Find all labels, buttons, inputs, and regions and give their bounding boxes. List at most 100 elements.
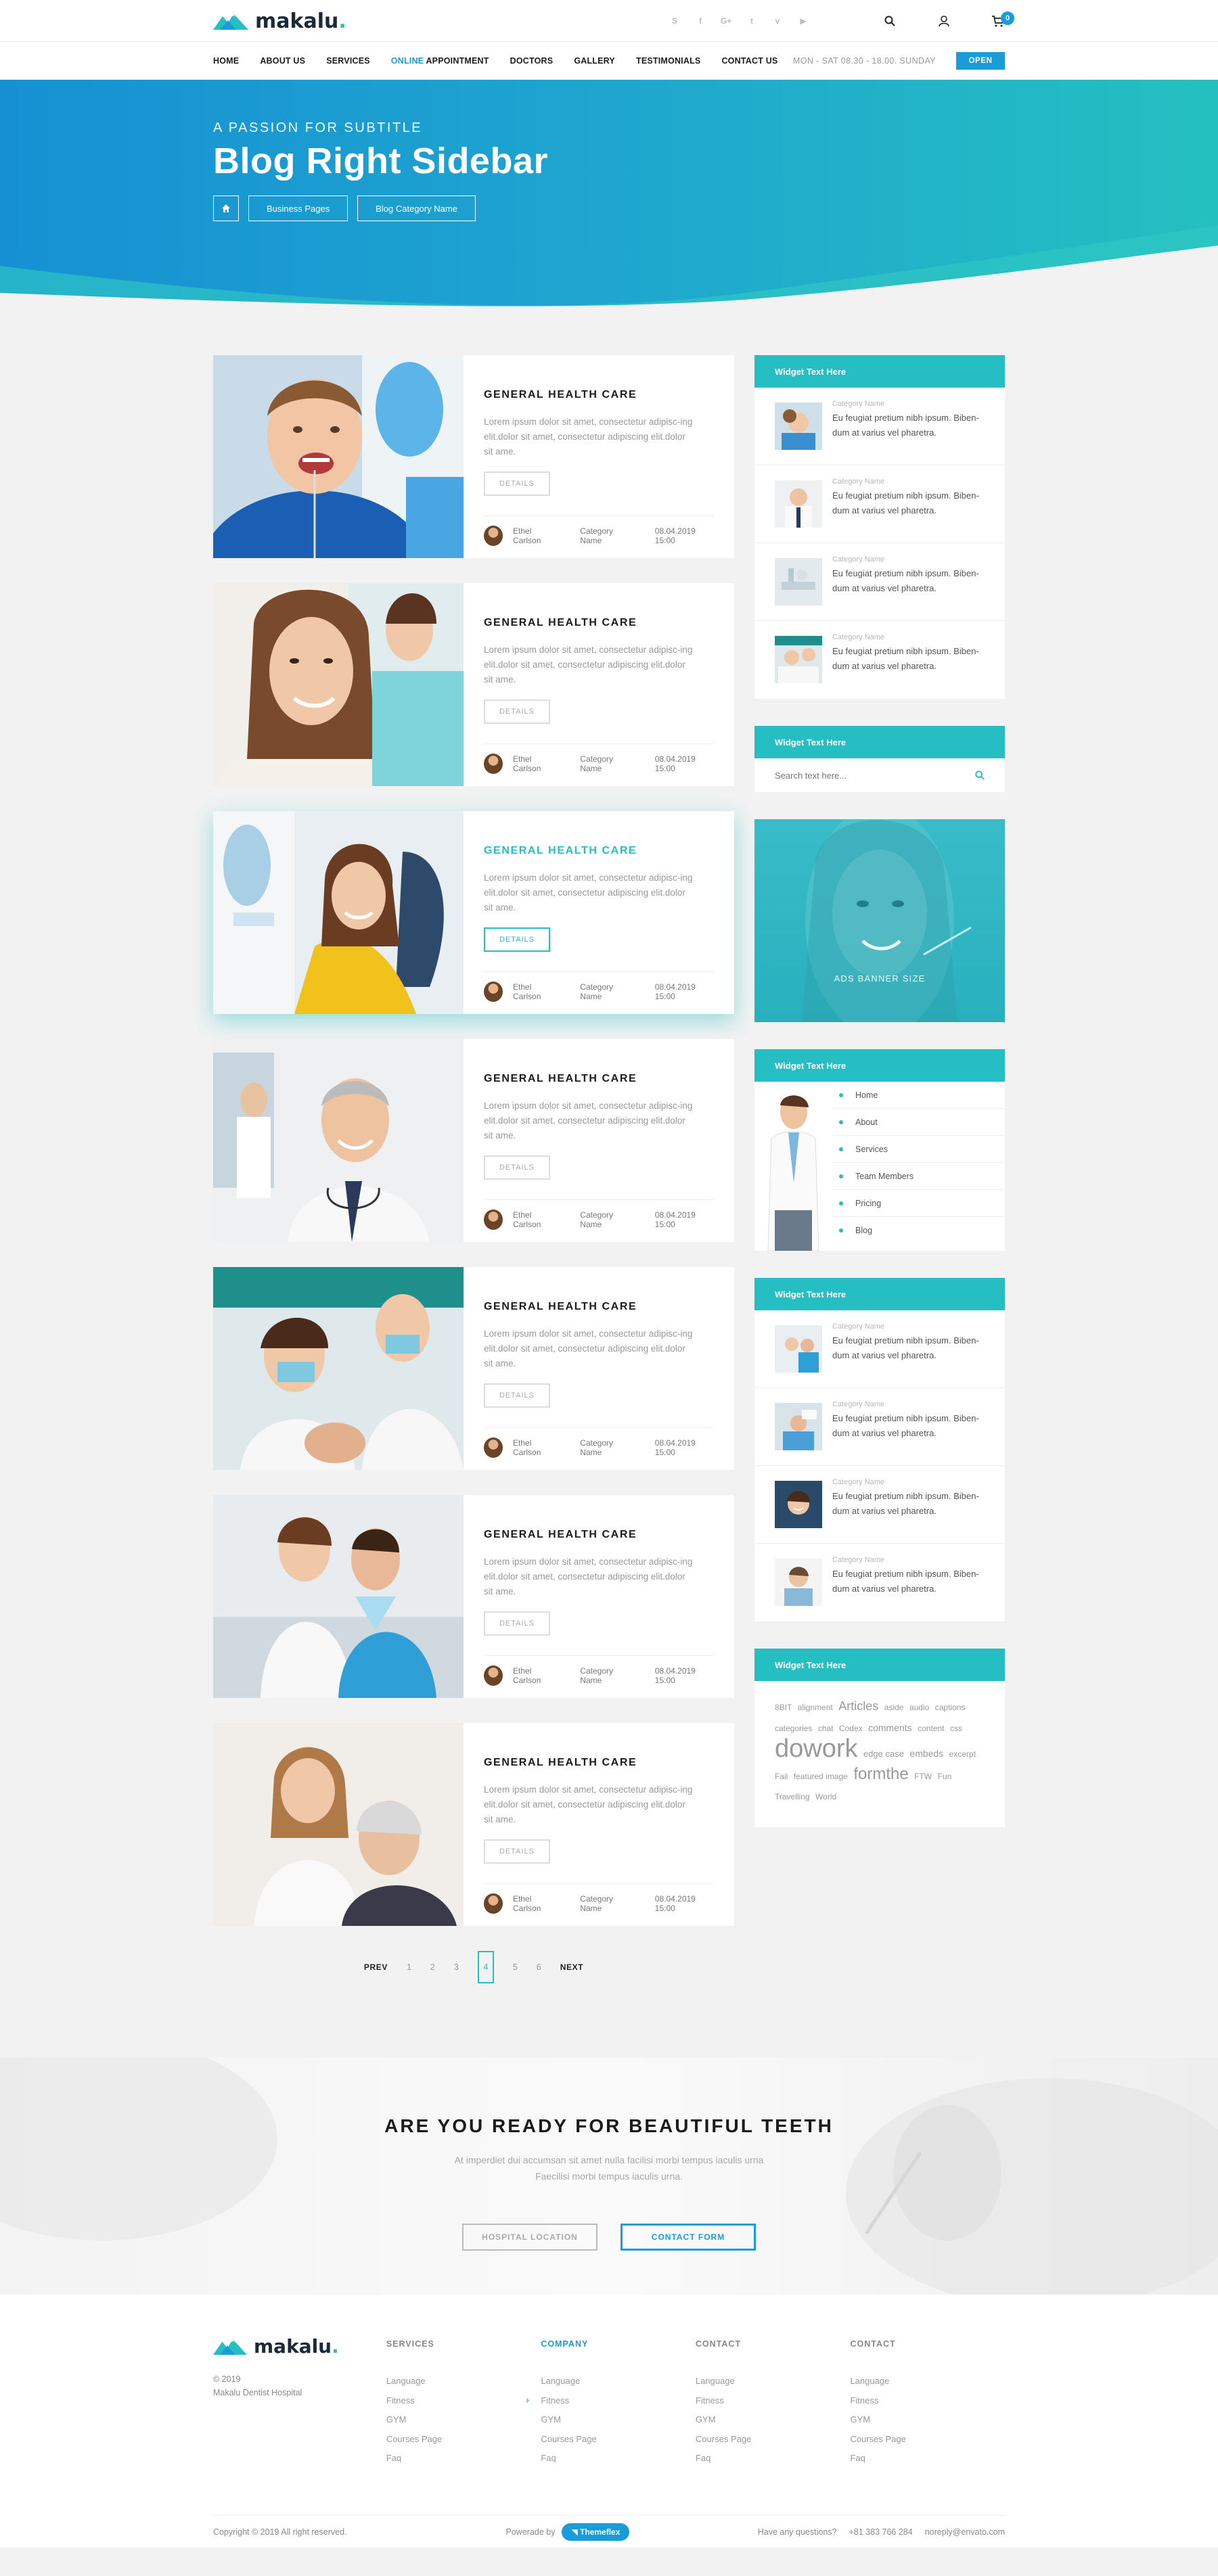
widget-post-text[interactable]: Eu feugiat pretium nibh ipsum. Biben-dum… xyxy=(832,411,985,440)
widget-menu-pricing[interactable]: Pricing xyxy=(832,1190,1005,1217)
widget-post-text[interactable]: Eu feugiat pretium nibh ipsum. Biben-dum… xyxy=(832,1567,985,1596)
widget-post-text[interactable]: Eu feugiat pretium nibh ipsum. Biben-dum… xyxy=(832,566,985,596)
tag-link[interactable]: Codex xyxy=(839,1724,863,1733)
contact-form-button[interactable]: CONTACT FORM xyxy=(621,2224,756,2251)
widget-menu-about[interactable]: About xyxy=(832,1109,1005,1136)
tag-link[interactable]: formthe xyxy=(853,1765,908,1783)
themeflex-badge[interactable]: ◥ Themeflex xyxy=(562,2523,630,2541)
tag-link[interactable]: Articles xyxy=(838,1699,878,1713)
pagination-prev[interactable]: PREV xyxy=(364,1962,388,1972)
pagination-page[interactable]: 5 xyxy=(513,1962,518,1972)
blog-post-highlighted[interactable]: GENERAL HEALTH CARE Lorem ipsum dolor si… xyxy=(213,811,734,1014)
hospital-location-button[interactable]: HOSPITAL LOCATION xyxy=(462,2224,597,2251)
blog-post[interactable]: GENERAL HEALTH CARE Lorem ipsum dolor si… xyxy=(213,1495,734,1698)
post-title[interactable]: GENERAL HEALTH CARE xyxy=(484,1757,714,1769)
details-button[interactable]: DETAILS xyxy=(484,699,550,724)
tag-link[interactable]: excerpt xyxy=(949,1749,976,1759)
post-category[interactable]: Category Name xyxy=(580,1894,633,1913)
tag-link[interactable]: Fail xyxy=(775,1772,788,1781)
pagination-page[interactable]: 3 xyxy=(454,1962,459,1972)
tag-link[interactable]: aside xyxy=(884,1703,904,1712)
blog-post[interactable]: GENERAL HEALTH CARE Lorem ipsum dolor si… xyxy=(213,1723,734,1926)
post-title[interactable]: GENERAL HEALTH CARE xyxy=(484,1301,714,1313)
cart-icon[interactable]: 0 xyxy=(991,12,1014,28)
post-author[interactable]: Ethel Carlson xyxy=(513,1438,558,1457)
pagination-page[interactable]: 2 xyxy=(430,1962,435,1972)
google-plus-icon[interactable]: G+ xyxy=(721,16,731,26)
widget-post-thumb[interactable] xyxy=(775,1403,822,1450)
post-author[interactable]: Ethel Carlson xyxy=(513,1210,558,1229)
widget-post-thumb[interactable] xyxy=(775,480,822,528)
tag-link[interactable]: categories xyxy=(775,1724,812,1733)
widget-menu-services[interactable]: Services xyxy=(832,1136,1005,1163)
post-image-smiling-woman[interactable] xyxy=(213,583,464,786)
pagination-page[interactable]: 1 xyxy=(407,1962,411,1972)
tag-link[interactable]: css xyxy=(950,1724,962,1733)
search-input[interactable] xyxy=(775,770,975,781)
nav-about-us[interactable]: ABOUT US xyxy=(260,56,305,66)
nav-online-appointment[interactable]: ONLINE APPOINTMENT xyxy=(391,56,489,66)
nav-home[interactable]: HOME xyxy=(213,56,239,66)
footer-link[interactable]: GYM xyxy=(541,2414,696,2434)
pagination-next[interactable]: NEXT xyxy=(560,1962,583,1972)
widget-post-text[interactable]: Eu feugiat pretium nibh ipsum. Biben-dum… xyxy=(832,1489,985,1519)
blog-post[interactable]: GENERAL HEALTH CARE Lorem ipsum dolor si… xyxy=(213,355,734,558)
breadcrumb-category[interactable]: Blog Category Name xyxy=(357,196,476,221)
tag-link[interactable]: embeds xyxy=(909,1748,943,1759)
tag-link[interactable]: comments xyxy=(868,1722,912,1733)
post-category[interactable]: Category Name xyxy=(580,526,633,545)
post-author[interactable]: Ethel Carlson xyxy=(513,1666,558,1685)
post-author[interactable]: Ethel Carlson xyxy=(513,754,558,773)
search-icon[interactable] xyxy=(883,14,897,28)
post-title[interactable]: GENERAL HEALTH CARE xyxy=(484,1073,714,1085)
nav-services[interactable]: SERVICES xyxy=(326,56,370,66)
post-category[interactable]: Category Name xyxy=(580,1438,633,1457)
post-category[interactable]: Category Name xyxy=(580,1210,633,1229)
footer-link[interactable]: Fitness xyxy=(850,2395,1005,2415)
footer-link[interactable]: Language xyxy=(541,2376,696,2395)
footer-link[interactable]: Fitness xyxy=(696,2395,851,2415)
details-button[interactable]: DETAILS xyxy=(484,1383,550,1408)
widget-post-item[interactable]: Category Name Eu feugiat pretium nibh ip… xyxy=(754,1310,1005,1388)
widget-post-item[interactable]: Category Name Eu feugiat pretium nibh ip… xyxy=(754,1466,1005,1544)
footer-link[interactable]: GYM xyxy=(850,2414,1005,2434)
tag-link[interactable]: captions xyxy=(935,1703,966,1712)
details-button[interactable]: DETAILS xyxy=(484,472,550,496)
blog-post[interactable]: GENERAL HEALTH CARE Lorem ipsum dolor si… xyxy=(213,583,734,786)
footer-email[interactable]: noreply@envato.com xyxy=(925,2527,1005,2537)
widget-menu-team[interactable]: Team Members xyxy=(832,1163,1005,1190)
footer-phone[interactable]: +81 383 766 284 xyxy=(849,2527,912,2537)
tag-link[interactable]: 8BIT xyxy=(775,1703,792,1712)
widget-post-text[interactable]: Eu feugiat pretium nibh ipsum. Biben-dum… xyxy=(832,1333,985,1363)
footer-link[interactable]: GYM xyxy=(386,2414,541,2434)
post-title[interactable]: GENERAL HEALTH CARE xyxy=(484,617,714,629)
tag-link[interactable]: Travelling xyxy=(775,1792,810,1801)
widget-post-item[interactable]: Category Name Eu feugiat pretium nibh ip… xyxy=(754,543,1005,621)
footer-link[interactable]: Language xyxy=(850,2376,1005,2395)
blog-post[interactable]: GENERAL HEALTH CARE Lorem ipsum dolor si… xyxy=(213,1267,734,1470)
tag-link[interactable]: chat xyxy=(818,1724,834,1733)
footer-link[interactable]: Faq xyxy=(850,2453,1005,2472)
post-image-nurse-and-elderly[interactable] xyxy=(213,1723,464,1926)
details-button[interactable]: DETAILS xyxy=(484,1611,550,1636)
tag-link[interactable]: edge case xyxy=(863,1749,904,1759)
widget-post-text[interactable]: Eu feugiat pretium nibh ipsum. Biben-dum… xyxy=(832,1411,985,1441)
post-category[interactable]: Category Name xyxy=(580,754,633,773)
widget-post-item[interactable]: Category Name Eu feugiat pretium nibh ip… xyxy=(754,621,1005,699)
blog-post[interactable]: GENERAL HEALTH CARE Lorem ipsum dolor si… xyxy=(213,1039,734,1242)
widget-post-text[interactable]: Eu feugiat pretium nibh ipsum. Biben-dum… xyxy=(832,644,985,674)
user-icon[interactable] xyxy=(937,14,951,28)
post-category[interactable]: Category Name xyxy=(580,982,633,1001)
tag-link[interactable]: World xyxy=(815,1792,836,1801)
details-button[interactable]: DETAILS xyxy=(484,927,550,952)
widget-post-item[interactable]: Category Name Eu feugiat pretium nibh ip… xyxy=(754,388,1005,465)
footer-link[interactable]: GYM xyxy=(696,2414,851,2434)
widget-menu-blog[interactable]: Blog xyxy=(832,1217,1005,1244)
post-image-senior-doctor[interactable] xyxy=(213,1039,464,1242)
footer-link[interactable]: Faq xyxy=(696,2453,851,2472)
widget-post-thumb[interactable] xyxy=(775,1325,822,1373)
nav-contact-us[interactable]: CONTACT US xyxy=(721,56,777,66)
breadcrumb-home[interactable] xyxy=(213,196,239,221)
details-button[interactable]: DETAILS xyxy=(484,1155,550,1180)
widget-post-item[interactable]: Category Name Eu feugiat pretium nibh ip… xyxy=(754,1388,1005,1466)
